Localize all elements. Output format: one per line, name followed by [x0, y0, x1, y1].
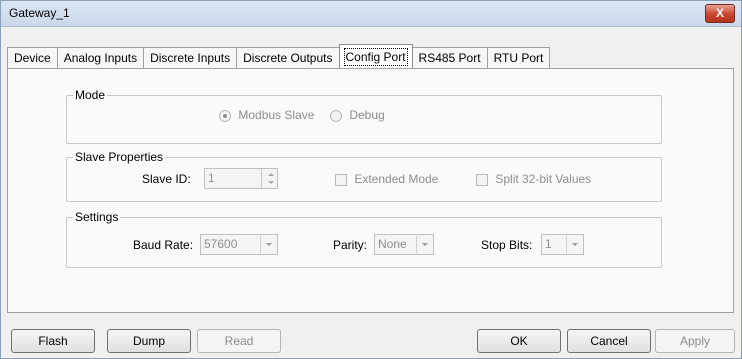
spinner-arrows-icon[interactable]: [261, 169, 277, 188]
dump-button[interactable]: Dump: [107, 329, 191, 353]
config-port-panel: Mode Modbus Slave Debug Slave Properties…: [7, 68, 734, 313]
debug-radio[interactable]: Debug: [330, 108, 385, 122]
split-32bit-checkbox[interactable]: Split 32-bit Values: [476, 172, 591, 186]
parity-label: Parity:: [333, 238, 368, 252]
read-button[interactable]: Read: [197, 329, 281, 353]
close-icon: X: [715, 6, 724, 20]
ok-button[interactable]: OK: [477, 329, 561, 353]
extended-mode-checkbox[interactable]: Extended Mode: [335, 172, 438, 186]
tab-device[interactable]: Device: [7, 47, 58, 69]
close-button[interactable]: X: [705, 4, 735, 23]
settings-legend: Settings: [75, 210, 119, 224]
baud-rate-label: Baud Rate:: [133, 238, 194, 252]
stop-bits-value: 1: [545, 237, 552, 251]
window-title: Gateway_1: [9, 6, 70, 20]
title-bar[interactable]: Gateway_1 X: [1, 1, 741, 27]
slave-properties-legend: Slave Properties: [75, 150, 164, 164]
slave-id-label: Slave ID:: [142, 172, 191, 186]
tab-rtu-port[interactable]: RTU Port: [486, 47, 551, 69]
modbus-slave-radio[interactable]: Modbus Slave: [219, 108, 314, 122]
checkbox-icon: [335, 173, 347, 186]
dialog-window: Gateway_1 X Device Analog Inputs Discret…: [0, 0, 742, 359]
checkbox-icon: [476, 173, 488, 186]
mode-group: Mode Modbus Slave Debug: [66, 88, 662, 144]
baud-rate-value: 57600: [204, 237, 238, 251]
tab-config-port[interactable]: Config Port: [338, 44, 413, 68]
baud-rate-select[interactable]: 57600: [200, 234, 278, 255]
settings-group: Settings Baud Rate: 57600 Parity: None S…: [66, 210, 662, 268]
radio-selected-icon: [219, 109, 231, 122]
stop-bits-select[interactable]: 1: [541, 234, 584, 255]
radio-unselected-icon: [330, 109, 342, 122]
tab-analog-inputs[interactable]: Analog Inputs: [56, 47, 145, 69]
chevron-down-icon: [260, 236, 276, 253]
tab-discrete-outputs[interactable]: Discrete Outputs: [236, 47, 340, 69]
mode-legend: Mode: [75, 88, 106, 102]
tab-discrete-inputs[interactable]: Discrete Inputs: [143, 47, 238, 69]
apply-button[interactable]: Apply: [655, 329, 735, 353]
extended-mode-label: Extended Mode: [354, 172, 439, 186]
stop-bits-label: Stop Bits:: [481, 238, 533, 252]
flash-button[interactable]: Flash: [11, 329, 95, 353]
debug-label: Debug: [349, 108, 385, 122]
tab-rs485-port[interactable]: RS485 Port: [411, 47, 488, 69]
parity-select[interactable]: None: [374, 234, 434, 255]
parity-value: None: [378, 237, 407, 251]
modbus-slave-label: Modbus Slave: [238, 108, 315, 122]
slave-id-spinbox[interactable]: 1: [204, 168, 278, 189]
chevron-down-icon: [566, 236, 582, 253]
tab-strip: Device Analog Inputs Discrete Inputs Dis…: [7, 44, 551, 69]
slave-properties-group: Slave Properties Slave ID: 1 Extended Mo…: [66, 150, 662, 202]
chevron-down-icon: [416, 236, 432, 253]
cancel-button[interactable]: Cancel: [567, 329, 651, 353]
split-32bit-label: Split 32-bit Values: [495, 172, 592, 186]
slave-id-value: 1: [208, 171, 215, 185]
